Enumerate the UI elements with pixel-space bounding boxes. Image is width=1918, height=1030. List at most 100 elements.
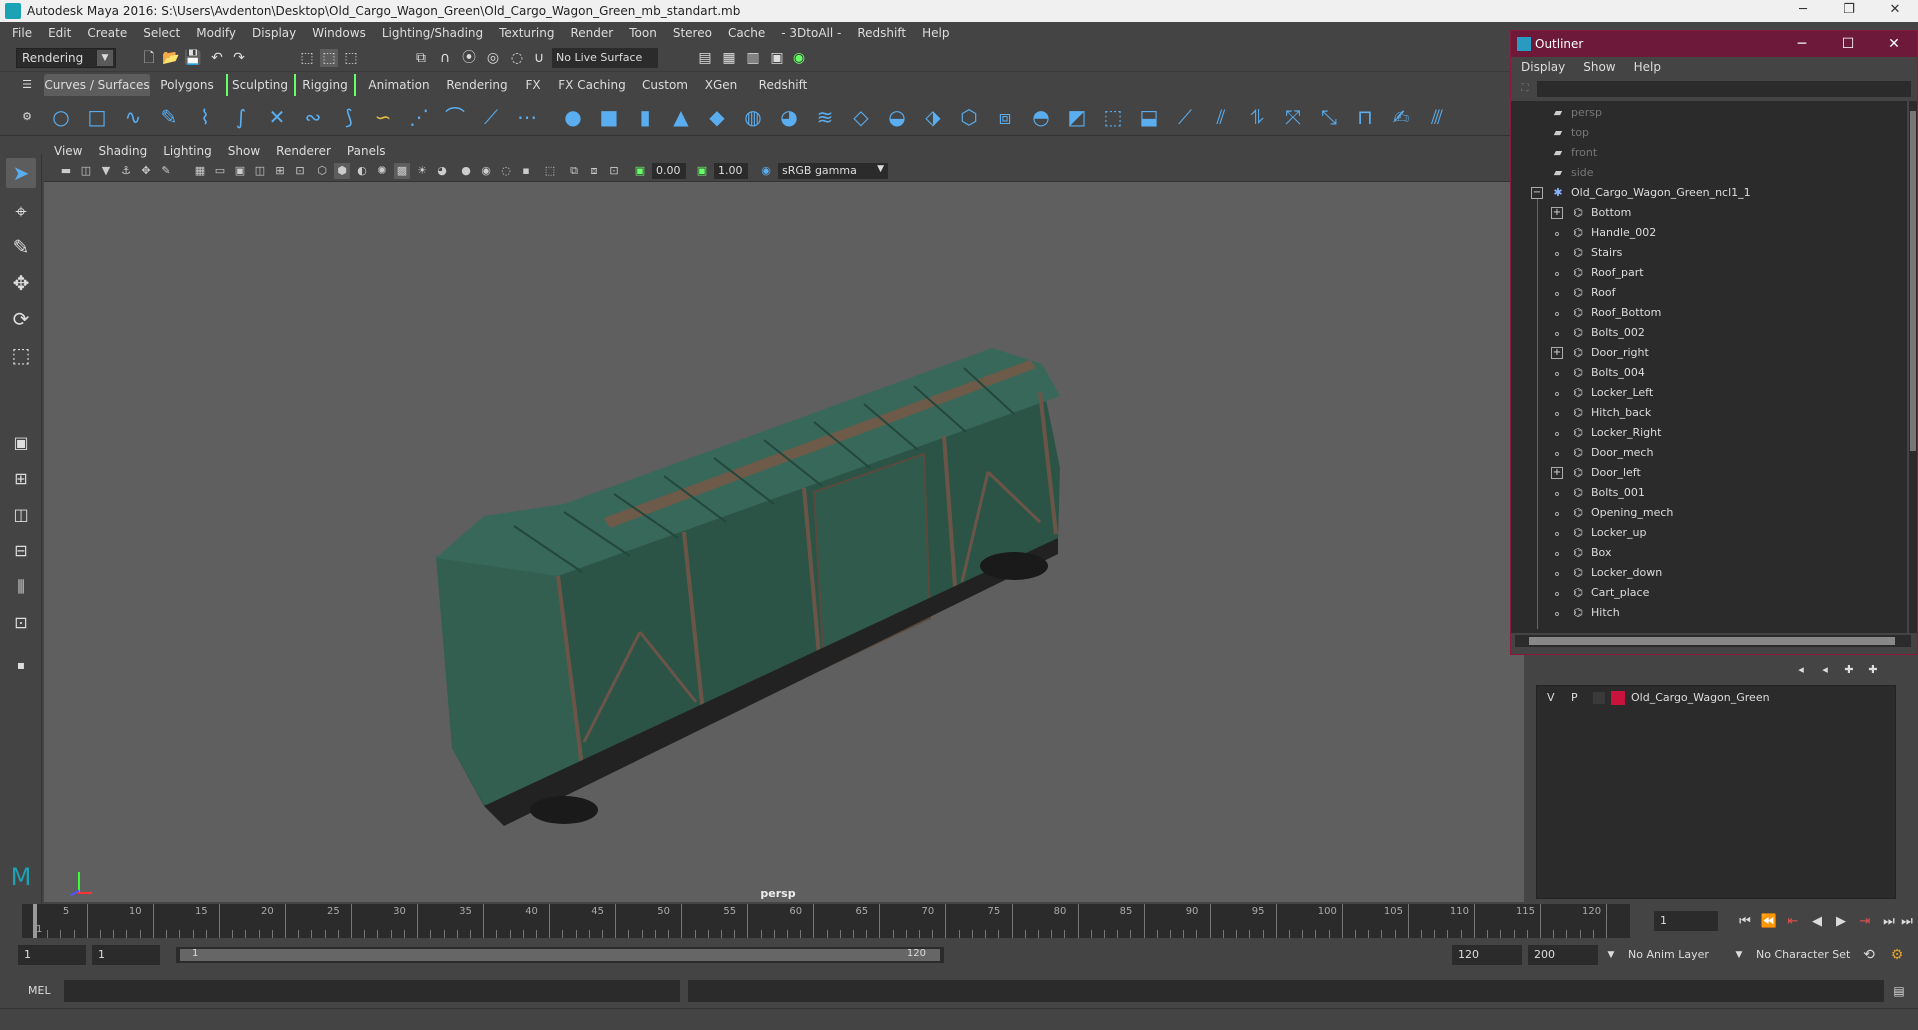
anim-layer-select[interactable]: No Anim Layer bbox=[1622, 945, 1732, 965]
rotate-tool-icon[interactable]: ⟳ bbox=[6, 304, 36, 334]
lasso-tool-icon[interactable]: ⌖ bbox=[6, 196, 36, 226]
close-button[interactable]: ✕ bbox=[1872, 0, 1918, 22]
pencil-curve-icon[interactable]: ✎ bbox=[156, 104, 182, 130]
current-time-indicator[interactable] bbox=[33, 904, 37, 938]
outliner-item-row[interactable]: ⌬ Handle_002 bbox=[1511, 223, 1907, 243]
loft-icon[interactable]: ≋ bbox=[812, 104, 838, 130]
layer-visibility-toggle[interactable]: V bbox=[1547, 688, 1555, 708]
scale-tool-icon[interactable]: ⬚ bbox=[6, 340, 36, 370]
motion-blur-icon[interactable]: ◉ bbox=[478, 163, 494, 179]
outliner-horizontal-scrollbar[interactable] bbox=[1515, 635, 1911, 647]
nurbs-cube-icon[interactable]: ■ bbox=[596, 104, 622, 130]
field-chart-icon[interactable]: ⊞ bbox=[272, 163, 288, 179]
animation-end-field[interactable]: 200 bbox=[1528, 945, 1598, 965]
layer-playback-toggle[interactable]: P bbox=[1571, 688, 1578, 708]
extrude-icon[interactable]: ◒ bbox=[884, 104, 910, 130]
tab-rigging[interactable]: Rigging bbox=[294, 74, 356, 96]
layout-single-icon[interactable]: ▣ bbox=[6, 428, 36, 458]
attach-curves-icon[interactable]: ∾ bbox=[300, 104, 326, 130]
wireframe-on-shaded-icon[interactable]: ◐ bbox=[354, 163, 370, 179]
playback-end-field[interactable]: 120 bbox=[1452, 945, 1522, 965]
default-material-icon[interactable]: ✺ bbox=[374, 163, 390, 179]
tab-rendering[interactable]: Rendering bbox=[444, 74, 510, 96]
shadows-icon[interactable]: ◕ bbox=[434, 163, 450, 179]
revolve-icon[interactable]: ◕ bbox=[776, 104, 802, 130]
outliner-camera-row[interactable]: ▰ front bbox=[1511, 143, 1907, 163]
menu-set-select[interactable]: Rendering ▼ bbox=[16, 48, 116, 68]
cmd-input[interactable] bbox=[64, 980, 680, 1002]
outliner-camera-row[interactable]: ▰ top bbox=[1511, 123, 1907, 143]
expand-icon[interactable]: + bbox=[1551, 467, 1563, 479]
outliner-item-row[interactable]: ⌬ Hitch_back bbox=[1511, 403, 1907, 423]
paint-select-icon[interactable]: ✎ bbox=[6, 232, 36, 262]
layout-hypershade-icon[interactable]: ⊡ bbox=[6, 608, 36, 638]
hypershade-icon[interactable]: ◉ bbox=[790, 49, 808, 67]
outliner-item-row[interactable]: ⌬ Opening_mech bbox=[1511, 503, 1907, 523]
bezier-curve-icon[interactable]: ∫ bbox=[228, 104, 254, 130]
open-scene-icon[interactable]: 📂 bbox=[162, 49, 180, 67]
outliner-vertical-scrollbar[interactable] bbox=[1909, 101, 1917, 633]
outliner-item-row[interactable]: ⌬ Box bbox=[1511, 543, 1907, 563]
color-management-icon[interactable]: ◉ bbox=[758, 163, 774, 179]
undo-icon[interactable]: ↶ bbox=[208, 49, 226, 67]
outliner-item-row[interactable]: ⌬ Hitch bbox=[1511, 603, 1907, 623]
expand-icon[interactable]: + bbox=[1551, 347, 1563, 359]
select-object-icon[interactable]: ⬚ bbox=[320, 49, 338, 67]
script-editor-icon[interactable]: ▤ bbox=[1890, 982, 1908, 1000]
grid-toggle-icon[interactable]: ▦ bbox=[192, 163, 208, 179]
grease-pencil-icon[interactable]: ✎ bbox=[158, 163, 174, 179]
scrollbar-thumb[interactable] bbox=[1910, 111, 1916, 451]
wireframe-icon[interactable]: ⬡ bbox=[314, 163, 330, 179]
outliner-item-row[interactable]: ⌬ Bolts_004 bbox=[1511, 363, 1907, 383]
outliner-root-row[interactable]: − ✱ Old_Cargo_Wagon_Green_ncl1_1 bbox=[1511, 183, 1907, 203]
2d-pan-zoom-icon[interactable]: ✥ bbox=[138, 163, 154, 179]
detach-curves-icon[interactable]: ⟆ bbox=[336, 104, 362, 130]
attach-surfaces-icon[interactable]: ⥮ bbox=[1244, 104, 1270, 130]
ep-curve-icon[interactable]: ⌇ bbox=[192, 104, 218, 130]
menu-lighting-shading[interactable]: Lighting/Shading bbox=[382, 26, 483, 40]
camera-select-icon[interactable]: ▬ bbox=[58, 163, 74, 179]
tab-polygons[interactable]: Polygons bbox=[158, 74, 216, 96]
move-layer-up-icon[interactable]: ◂ bbox=[1792, 661, 1810, 679]
auto-key-icon[interactable]: ⟲ bbox=[1860, 946, 1878, 964]
range-bar[interactable]: 1 120 bbox=[176, 947, 944, 963]
menu-cache[interactable]: Cache bbox=[728, 26, 765, 40]
new-layer-icon[interactable]: ✚ bbox=[1840, 661, 1858, 679]
menu-redshift[interactable]: Redshift bbox=[857, 26, 906, 40]
tab-redshift[interactable]: Redshift bbox=[752, 74, 814, 96]
align-surfaces-icon[interactable]: ⤡ bbox=[1316, 104, 1342, 130]
maximize-button[interactable]: ❐ bbox=[1826, 0, 1872, 22]
outliner-item-row[interactable]: + ⌬ Bottom bbox=[1511, 203, 1907, 223]
chevron-down-icon[interactable]: ▼ bbox=[1730, 946, 1748, 964]
layout-four-icon[interactable]: ⊞ bbox=[6, 464, 36, 494]
insert-knot-icon[interactable]: ⋯ bbox=[514, 104, 540, 130]
cmd-language-label[interactable]: MEL bbox=[28, 984, 51, 997]
expand-icon[interactable]: + bbox=[1551, 207, 1563, 219]
chevron-down-icon[interactable]: ▼ bbox=[1602, 946, 1620, 964]
outliner-camera-row[interactable]: ▰ persp bbox=[1511, 103, 1907, 123]
panel-menu-lighting[interactable]: Lighting bbox=[163, 144, 212, 158]
step-back-frame-icon[interactable]: ⇤ bbox=[1784, 913, 1802, 931]
fillet-curve-icon[interactable]: ⌒ bbox=[442, 104, 468, 130]
snap-point-icon[interactable]: ⦿ bbox=[460, 49, 478, 67]
menu-texturing[interactable]: Texturing bbox=[499, 26, 554, 40]
snap-grid-icon[interactable]: ⧉ bbox=[412, 49, 430, 67]
gamma-toggle-icon[interactable]: ▣ bbox=[694, 163, 710, 179]
outliner-item-row[interactable]: ⌬ Locker_up bbox=[1511, 523, 1907, 543]
outliner-item-row[interactable]: ⌬ Roof bbox=[1511, 283, 1907, 303]
snap-curve-icon[interactable]: ∩ bbox=[436, 49, 454, 67]
outliner-item-row[interactable]: + ⌬ Door_right bbox=[1511, 343, 1907, 363]
smooth-shade-icon[interactable]: ⬢ bbox=[334, 163, 350, 179]
menu-render[interactable]: Render bbox=[571, 26, 614, 40]
boundary-icon[interactable]: ⬡ bbox=[956, 104, 982, 130]
bevel-plus-icon[interactable]: ◩ bbox=[1064, 104, 1090, 130]
outliner-item-row[interactable]: ⌬ Locker_Right bbox=[1511, 423, 1907, 443]
panel-menu-shading[interactable]: Shading bbox=[98, 144, 147, 158]
offset-curve-icon[interactable]: ∽ bbox=[370, 104, 396, 130]
intersect-curves-icon[interactable]: ✕ bbox=[264, 104, 290, 130]
menu-windows[interactable]: Windows bbox=[312, 26, 366, 40]
rebuild-curve-icon[interactable]: ⋰ bbox=[406, 104, 432, 130]
layout-two-icon[interactable]: ◫ bbox=[6, 500, 36, 530]
textured-icon[interactable]: ▩ bbox=[394, 163, 410, 179]
outliner-search-input[interactable] bbox=[1537, 81, 1911, 97]
